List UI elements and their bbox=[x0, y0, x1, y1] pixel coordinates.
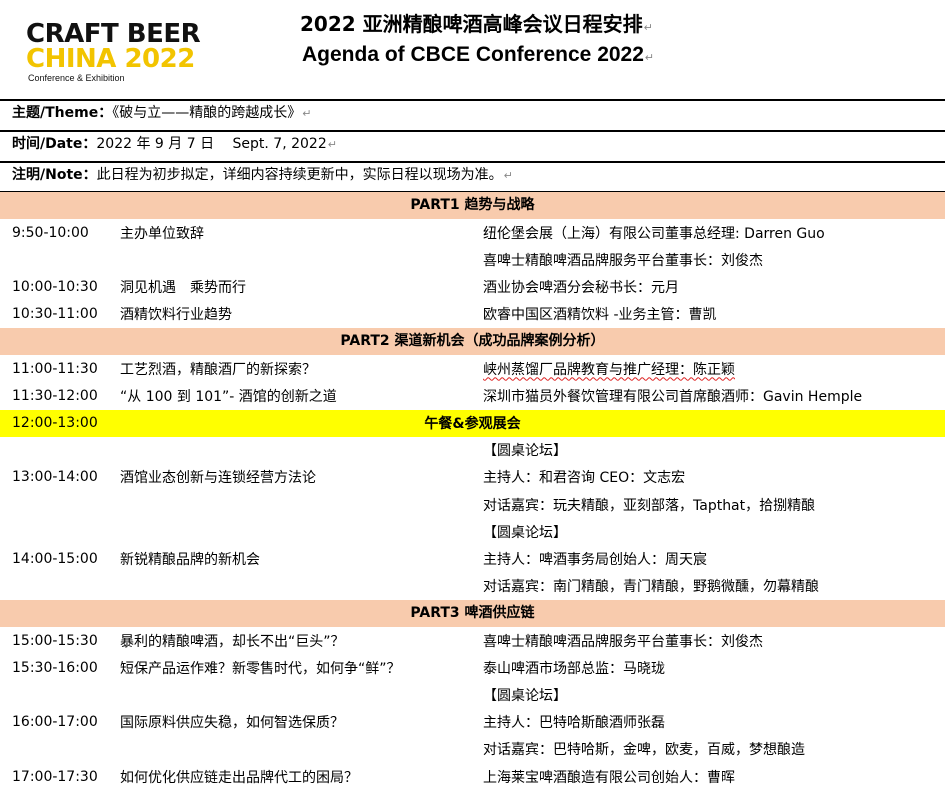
time: 10:30-11:00 bbox=[12, 306, 98, 323]
agenda-row: 16:00-17:00 国际原料供应失稳，如何智选保质？ 主持人：巴特哈斯酿酒师… bbox=[0, 709, 945, 736]
forum-label: 【圆桌论坛】 bbox=[483, 443, 567, 460]
section-part2: PART2 渠道新机会（成功品牌案例分析） bbox=[0, 327, 945, 356]
time: 10:00-10:30 bbox=[12, 279, 98, 296]
note-label: 注明/Note： bbox=[12, 167, 97, 183]
section-part1: PART1 趋势与战略 bbox=[0, 192, 945, 220]
speaker: 欧睿中国区酒精饮料 -业务主管：曹凯 bbox=[483, 307, 717, 324]
topic: 酒馆业态创新与连锁经营方法论 bbox=[120, 470, 316, 487]
date-value: 2022 年 9 月 7 日 Sept. 7, 2022 bbox=[96, 136, 327, 152]
guests: 对话嘉宾：巴特哈斯，金啤，欧麦，百威，梦想酿造 bbox=[483, 742, 805, 759]
theme-value: 《破与立——精酿的跨越成长》 bbox=[112, 105, 302, 121]
topic: 酒精饮料行业趋势 bbox=[120, 307, 232, 324]
logo-line-2: CHINA 2022 bbox=[26, 44, 195, 74]
agenda-row: 13:00-14:00 酒馆业态创新与连锁经营方法论 主持人：和君咨询 CEO：… bbox=[0, 464, 945, 491]
time: 9:50-10:00 bbox=[12, 224, 89, 241]
craft-beer-china-logo: CRAFT BEER CHINA 2022 Conference & Exhib… bbox=[26, 20, 246, 90]
agenda-row: 【圆桌论坛】 bbox=[0, 681, 945, 708]
speaker: 上海莱宝啤酒酿造有限公司创始人：曹晖 bbox=[483, 769, 735, 786]
date-line: 时间/Date：2022 年 9 月 7 日 Sept. 7, 2022↵ bbox=[0, 130, 945, 157]
topic: 暴利的精酿啤酒，却长不出“巨头”？ bbox=[120, 633, 345, 650]
host: 主持人：巴特哈斯酿酒师张磊 bbox=[483, 715, 665, 732]
section-part3: PART3 啤酒供应链 bbox=[0, 599, 945, 627]
agenda-row: 喜啤士精酿啤酒品牌服务平台董事长：刘俊杰 bbox=[0, 246, 945, 273]
speaker: 峡州蒸馏厂品牌教育与推广经理：陈正颖 bbox=[483, 361, 735, 378]
topic: “从 100 到 101”- 酒馆的创新之道 bbox=[120, 388, 337, 405]
agenda-table: PART1 趋势与战略 纽伦堡会展（上海）有限公司董事总经理: Darren G… bbox=[0, 191, 945, 790]
topic: 如何优化供应链走出品牌代工的困局？ bbox=[120, 769, 358, 786]
lunch-row: 12:00-13:00 午餐&参观展会 bbox=[0, 409, 945, 437]
title-chinese: 2022 亚洲精酿啤酒高峰会议日程安排↵ bbox=[300, 12, 653, 36]
topic: 工艺烈酒，精酿酒厂的新探索？ bbox=[120, 361, 316, 378]
note-line: 注明/Note：此日程为初步拟定，详细内容持续更新中，实际日程以现场为准。↵ bbox=[0, 161, 945, 188]
time: 13:00-14:00 bbox=[12, 469, 98, 486]
agenda-row: 11:00-11:30 工艺烈酒，精酿酒厂的新探索？ 峡州蒸馏厂品牌教育与推广经… bbox=[0, 355, 945, 382]
agenda-row: 10:00-10:30 洞见机遇 乘势而行 酒业协会啤酒分会秘书长：元月 bbox=[0, 274, 945, 301]
forum-label: 【圆桌论坛】 bbox=[483, 524, 567, 541]
speaker: 纽伦堡会展（上海）有限公司董事总经理: Darren Guo bbox=[483, 225, 825, 242]
guests: 对话嘉宾：玩夫精酿，亚刻部落，Tapthat，拾捌精酿 bbox=[483, 497, 816, 514]
time: 15:00-15:30 bbox=[12, 632, 98, 649]
agenda-row: 对话嘉宾：巴特哈斯，金啤，欧麦，百威，梦想酿造 bbox=[0, 736, 945, 763]
time: 17:00-17:30 bbox=[12, 768, 98, 785]
guests: 对话嘉宾：南门精酿，青门精酿，野鹅微醺，勿幕精酿 bbox=[483, 579, 819, 596]
speaker: 喜啤士精酿啤酒品牌服务平台董事长：刘俊杰 bbox=[483, 633, 763, 650]
title-english: Agenda of CBCE Conference 2022↵ bbox=[302, 43, 655, 66]
agenda-row: 15:30-16:00 短保产品运作难？新零售时代，如何争“鲜”？ 泰山啤酒市场… bbox=[0, 654, 945, 681]
agenda-row: 15:00-15:30 暴利的精酿啤酒，却长不出“巨头”？ 喜啤士精酿啤酒品牌服… bbox=[0, 627, 945, 654]
logo-line-3: Conference & Exhibition bbox=[28, 73, 125, 83]
speaker: 酒业协会啤酒分会秘书长：元月 bbox=[483, 280, 679, 297]
speaker: 喜啤士精酿啤酒品牌服务平台董事长：刘俊杰 bbox=[483, 252, 763, 269]
agenda-row: 10:30-11:00 酒精饮料行业趋势 欧睿中国区酒精饮料 -业务主管：曹凯 bbox=[0, 301, 945, 328]
theme-label: 主题/Theme： bbox=[12, 105, 113, 121]
time: 14:00-15:00 bbox=[12, 551, 98, 568]
topic: 主办单位致辞 bbox=[120, 225, 204, 242]
agenda-row: 11:30-12:00 “从 100 到 101”- 酒馆的创新之道 深圳市猫员… bbox=[0, 382, 945, 409]
header: CRAFT BEER CHINA 2022 Conference & Exhib… bbox=[0, 0, 945, 96]
agenda-row: 【圆桌论坛】 bbox=[0, 437, 945, 464]
agenda-row: 对话嘉宾：玩夫精酿，亚刻部落，Tapthat，拾捌精酿 bbox=[0, 491, 945, 518]
forum-label: 【圆桌论坛】 bbox=[483, 687, 567, 704]
agenda-row: 14:00-15:00 新锐精酿品牌的新机会 主持人：啤酒事务局创始人：周天宸 bbox=[0, 545, 945, 572]
topic: 国际原料供应失稳，如何智选保质？ bbox=[120, 715, 344, 732]
time: 11:30-12:00 bbox=[12, 387, 98, 404]
theme-line: 主题/Theme：《破与立——精酿的跨越成长》↵ bbox=[0, 99, 945, 126]
lunch-label: 午餐&参观展会 bbox=[424, 416, 521, 433]
speaker: 深圳市猫员外餐饮管理有限公司首席酿酒师：Gavin Hemple bbox=[483, 388, 863, 405]
note-value: 此日程为初步拟定，详细内容持续更新中，实际日程以现场为准。 bbox=[96, 167, 503, 183]
agenda-row: 对话嘉宾：南门精酿，青门精酿，野鹅微醺，勿幕精酿 bbox=[0, 573, 945, 600]
date-label: 时间/Date： bbox=[12, 136, 97, 152]
speaker: 泰山啤酒市场部总监：马晓珑 bbox=[483, 660, 665, 677]
host: 主持人：啤酒事务局创始人：周天宸 bbox=[483, 552, 707, 569]
host: 主持人：和君咨询 CEO：文志宏 bbox=[483, 470, 686, 487]
time: 11:00-11:30 bbox=[12, 360, 98, 377]
time: 16:00-17:00 bbox=[12, 714, 98, 731]
topic: 短保产品运作难？新零售时代，如何争“鲜”？ bbox=[120, 660, 401, 677]
agenda-row: 17:00-17:30 如何优化供应链走出品牌代工的困局？ 上海莱宝啤酒酿造有限… bbox=[0, 763, 945, 790]
topic: 新锐精酿品牌的新机会 bbox=[120, 552, 260, 569]
time: 15:30-16:00 bbox=[12, 659, 98, 676]
agenda-row: 【圆桌论坛】 bbox=[0, 518, 945, 545]
topic: 洞见机遇 乘势而行 bbox=[120, 280, 246, 297]
